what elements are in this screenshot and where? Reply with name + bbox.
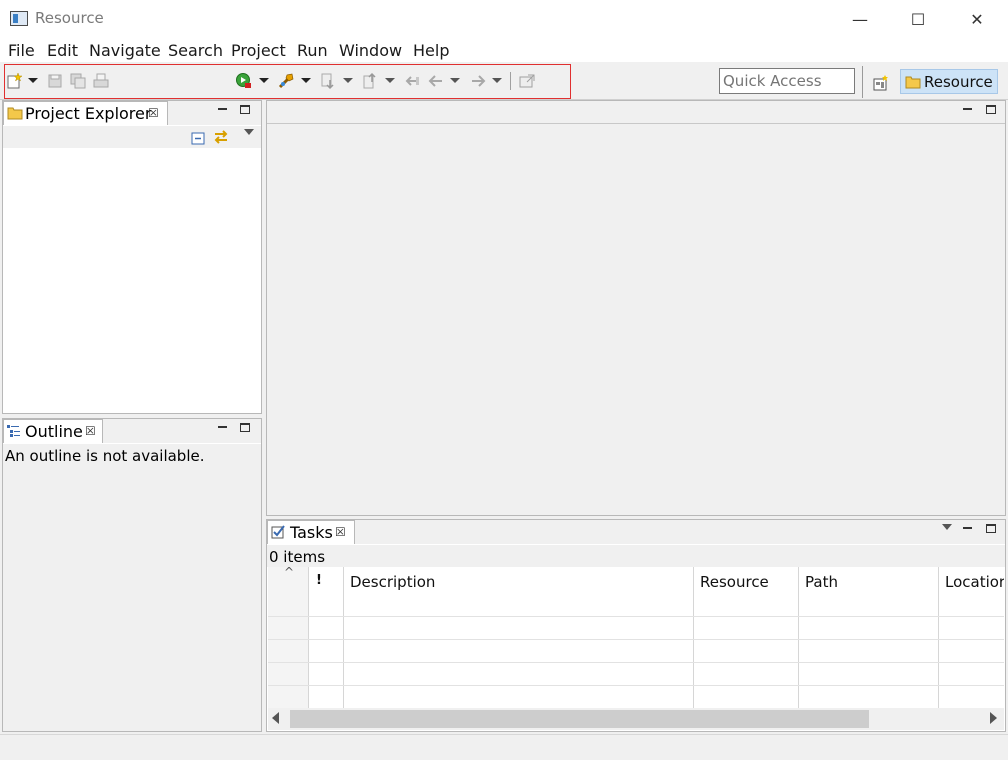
column-divider[interactable] bbox=[798, 567, 799, 708]
outline-icon bbox=[6, 424, 21, 438]
status-bar bbox=[0, 734, 1008, 760]
menu-run[interactable]: Run bbox=[297, 41, 328, 60]
menu-bar: File Edit Navigate Search Project Run Wi… bbox=[0, 38, 1008, 62]
project-explorer-icon bbox=[7, 106, 23, 120]
maximize-panel-icon[interactable] bbox=[986, 524, 996, 533]
table-row[interactable] bbox=[268, 639, 1004, 640]
view-menu-icon[interactable] bbox=[942, 524, 952, 530]
maximize-window-button[interactable]: ☐ bbox=[889, 0, 947, 38]
maximize-panel-icon[interactable] bbox=[240, 423, 250, 432]
tasks-item-count: 0 items bbox=[269, 548, 326, 566]
tasks-tabbar bbox=[267, 520, 1005, 544]
column-header-path[interactable]: Path bbox=[805, 573, 838, 591]
outline-title: Outline bbox=[25, 422, 83, 441]
table-row[interactable] bbox=[268, 662, 1004, 663]
minimize-panel-icon[interactable] bbox=[218, 108, 227, 110]
quick-access-input[interactable] bbox=[719, 68, 855, 94]
close-tab-icon[interactable]: ☒ bbox=[148, 106, 159, 120]
view-menu-icon[interactable] bbox=[244, 129, 254, 135]
maximize-editor-icon[interactable] bbox=[986, 105, 996, 114]
table-row[interactable] bbox=[268, 685, 1004, 686]
minimize-panel-icon[interactable] bbox=[218, 426, 227, 428]
menu-file[interactable]: File bbox=[8, 41, 35, 60]
column-divider[interactable] bbox=[308, 567, 309, 708]
outline-message: An outline is not available. bbox=[5, 447, 205, 465]
menu-edit[interactable]: Edit bbox=[47, 41, 78, 60]
editor-tabbar-divider bbox=[267, 123, 1005, 124]
table-row[interactable] bbox=[268, 616, 1004, 617]
minimize-window-button[interactable]: — bbox=[831, 0, 889, 38]
scrollbar-thumb[interactable] bbox=[290, 710, 869, 728]
toolbar-separator bbox=[862, 66, 863, 98]
column-header-priority[interactable]: ! bbox=[316, 573, 322, 588]
column-divider[interactable] bbox=[693, 567, 694, 708]
close-window-button[interactable]: ✕ bbox=[948, 0, 1006, 38]
tasks-title: Tasks bbox=[290, 523, 333, 542]
folder-icon bbox=[905, 75, 921, 89]
scroll-right-icon[interactable] bbox=[990, 712, 997, 724]
maximize-panel-icon[interactable] bbox=[240, 105, 250, 114]
toolbar-highlight-box bbox=[4, 64, 571, 99]
tasks-status-bar bbox=[267, 545, 1005, 567]
column-header-resource[interactable]: Resource bbox=[700, 573, 769, 591]
column-header-description[interactable]: Description bbox=[350, 573, 435, 591]
minimize-editor-icon[interactable] bbox=[963, 108, 972, 110]
tasks-icon bbox=[271, 525, 286, 539]
column-header-location[interactable]: Locatior bbox=[945, 573, 1004, 591]
column-divider[interactable] bbox=[938, 567, 939, 708]
open-perspective-icon[interactable] bbox=[872, 74, 890, 92]
sort-indicator-icon[interactable]: ^ bbox=[284, 565, 294, 579]
collapse-all-icon[interactable] bbox=[191, 131, 205, 145]
minimize-panel-icon[interactable] bbox=[963, 527, 972, 529]
tasks-row-header-column bbox=[268, 567, 308, 708]
eclipse-app-icon bbox=[10, 11, 28, 26]
editor-area bbox=[266, 100, 1006, 516]
link-with-editor-icon[interactable] bbox=[212, 129, 230, 145]
scroll-left-icon[interactable] bbox=[272, 712, 279, 724]
outline-content bbox=[3, 444, 261, 731]
resource-perspective-label: Resource bbox=[924, 73, 993, 91]
project-explorer-title: Project Explorer bbox=[25, 104, 152, 123]
menu-navigate[interactable]: Navigate bbox=[89, 41, 161, 60]
menu-project[interactable]: Project bbox=[231, 41, 286, 60]
close-tab-icon[interactable]: ☒ bbox=[335, 525, 346, 539]
window-title: Resource bbox=[35, 9, 104, 27]
menu-search[interactable]: Search bbox=[168, 41, 223, 60]
column-divider[interactable] bbox=[343, 567, 344, 708]
menu-window[interactable]: Window bbox=[339, 41, 402, 60]
menu-help[interactable]: Help bbox=[413, 41, 449, 60]
close-tab-icon[interactable]: ☒ bbox=[85, 424, 96, 438]
